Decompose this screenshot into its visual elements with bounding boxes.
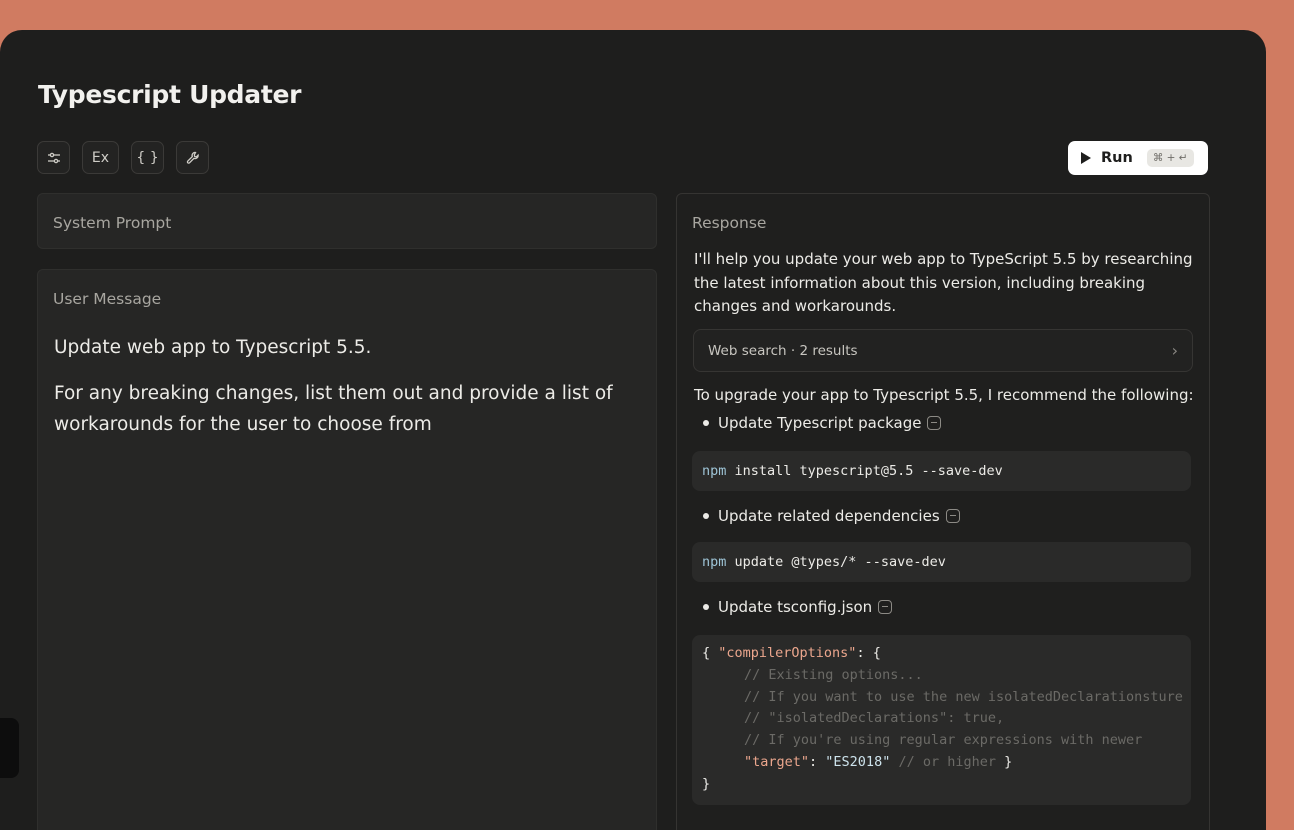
code-block: npm update @types/* --save-dev bbox=[692, 542, 1191, 582]
response-intro: I'll help you update your web app to Typ… bbox=[694, 250, 1193, 315]
code-key: "target" bbox=[744, 753, 810, 770]
wrench-icon bbox=[186, 151, 199, 164]
sliders-icon bbox=[47, 152, 60, 163]
response-panel: Response I'll help you update your web a… bbox=[676, 193, 1210, 830]
code-token: : { bbox=[856, 645, 881, 661]
code-line: // Existing options... bbox=[702, 665, 1181, 687]
code-line: } bbox=[702, 774, 1181, 796]
user-message-label: User Message bbox=[53, 290, 162, 308]
code-command: npm bbox=[702, 463, 727, 479]
code-args: install typescript@5.5 --save-dev bbox=[726, 463, 1003, 479]
system-prompt-field[interactable]: System Prompt bbox=[37, 193, 657, 249]
play-icon bbox=[1081, 152, 1091, 164]
code-line: "target": "ES2018" // or higher } bbox=[702, 752, 1181, 774]
examples-button[interactable]: Ex bbox=[82, 141, 119, 174]
code-comment: // Existing options... bbox=[744, 666, 923, 683]
code-comment: // If you're using regular expressions w… bbox=[744, 732, 1143, 749]
list-item: Update related dependencies bbox=[703, 507, 960, 525]
bullet-dot bbox=[703, 513, 709, 519]
code-token: : bbox=[809, 753, 826, 770]
code-block: npm install typescript@5.5 --save-dev bbox=[692, 451, 1191, 491]
tools-button[interactable] bbox=[176, 141, 209, 174]
code-command: npm bbox=[702, 554, 727, 570]
code-comment: // If you want to use the new isolatedDe… bbox=[744, 688, 1183, 705]
code-key: "compilerOptions" bbox=[718, 645, 857, 661]
toolbar: Ex { } bbox=[37, 141, 209, 174]
chevron-right-icon: › bbox=[1171, 341, 1178, 360]
side-drawer-handle[interactable] bbox=[0, 718, 19, 778]
recommend-text: To upgrade your app to Typescript 5.5, I… bbox=[694, 386, 1194, 404]
web-search-results[interactable]: Web search · 2 results › bbox=[693, 329, 1193, 372]
bullet-dot bbox=[703, 420, 709, 426]
user-message-line-2: For any breaking changes, list them out … bbox=[54, 383, 613, 435]
citation-icon[interactable] bbox=[927, 416, 942, 430]
user-message-field[interactable]: User Message Update web app to Typescrip… bbox=[37, 269, 657, 830]
code-comment: // "isolatedDeclarations": true, bbox=[744, 710, 1005, 727]
code-args: update @types/* --save-dev bbox=[726, 554, 946, 570]
system-prompt-label: System Prompt bbox=[53, 214, 172, 232]
code-token: } bbox=[996, 753, 1013, 770]
run-button[interactable]: Run ⌘ + ↵ bbox=[1068, 141, 1208, 175]
citation-icon[interactable] bbox=[878, 600, 893, 614]
list-item: Update tsconfig.json bbox=[703, 598, 893, 616]
bullet-dot bbox=[703, 604, 709, 610]
variables-button[interactable]: { } bbox=[131, 141, 164, 174]
web-search-label: Web search · 2 results bbox=[708, 342, 858, 359]
json-code-block: { "compilerOptions": {// Existing option… bbox=[692, 635, 1191, 805]
user-message-text: Update web app to Typescript 5.5. For an… bbox=[54, 332, 634, 455]
code-token: { bbox=[702, 645, 719, 661]
response-label: Response bbox=[692, 214, 767, 232]
app-window: Typescript Updater Ex { } Run ⌘ + ↵ Syst… bbox=[0, 30, 1266, 830]
code-token: } bbox=[702, 775, 711, 792]
page-title: Typescript Updater bbox=[38, 80, 302, 109]
user-message-line-1: Update web app to Typescript 5.5. bbox=[54, 337, 372, 358]
citation-icon[interactable] bbox=[945, 509, 960, 523]
code-value: "ES2018" bbox=[825, 753, 891, 770]
settings-button[interactable] bbox=[37, 141, 70, 174]
step-label: Update Typescript package bbox=[718, 414, 922, 432]
run-label: Run bbox=[1101, 150, 1133, 166]
step-label: Update related dependencies bbox=[718, 507, 940, 525]
step-label: Update tsconfig.json bbox=[718, 598, 873, 616]
run-shortcut: ⌘ + ↵ bbox=[1146, 149, 1194, 167]
code-line: { "compilerOptions": { bbox=[702, 643, 1181, 665]
code-line: // If you want to use the new isolatedDe… bbox=[702, 687, 1183, 709]
code-line: // If you're using regular expressions w… bbox=[702, 730, 1181, 752]
code-comment: // or higher bbox=[890, 753, 996, 770]
list-item: Update Typescript package bbox=[703, 414, 942, 432]
code-line: // "isolatedDeclarations": true, bbox=[702, 708, 1181, 730]
